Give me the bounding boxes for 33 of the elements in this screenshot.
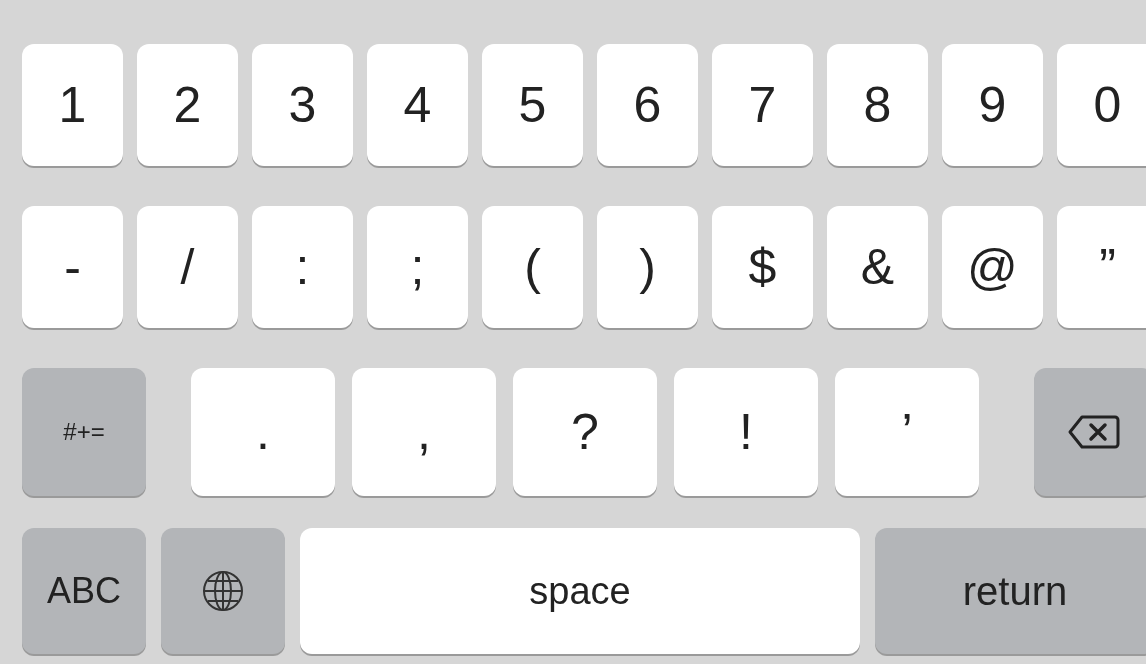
key[interactable]: : [252,206,353,328]
key[interactable]: 2 [137,44,238,166]
key[interactable]: ” [1057,206,1146,328]
key[interactable]: #+= [22,368,146,496]
key[interactable]: $ [712,206,813,328]
key[interactable]: 4 [367,44,468,166]
key[interactable]: 9 [942,44,1043,166]
globe-icon [201,569,245,613]
key[interactable]: . [191,368,335,496]
key[interactable]: 3 [252,44,353,166]
key[interactable]: ABC [22,528,146,654]
key[interactable]: ? [513,368,657,496]
key[interactable]: ; [367,206,468,328]
backspace-icon [1068,414,1120,450]
key[interactable]: ! [674,368,818,496]
globe-key[interactable] [161,528,285,654]
key[interactable]: - [22,206,123,328]
key[interactable]: ( [482,206,583,328]
key[interactable]: ) [597,206,698,328]
key[interactable]: & [827,206,928,328]
return-key[interactable]: return [875,528,1146,654]
key[interactable]: 6 [597,44,698,166]
key[interactable]: 7 [712,44,813,166]
key[interactable]: @ [942,206,1043,328]
space-key[interactable]: space [300,528,860,654]
key[interactable]: , [352,368,496,496]
key[interactable]: / [137,206,238,328]
backspace-key[interactable] [1034,368,1146,496]
key[interactable]: 5 [482,44,583,166]
key[interactable]: ’ [835,368,979,496]
key[interactable]: 1 [22,44,123,166]
key[interactable]: 8 [827,44,928,166]
key[interactable]: 0 [1057,44,1146,166]
